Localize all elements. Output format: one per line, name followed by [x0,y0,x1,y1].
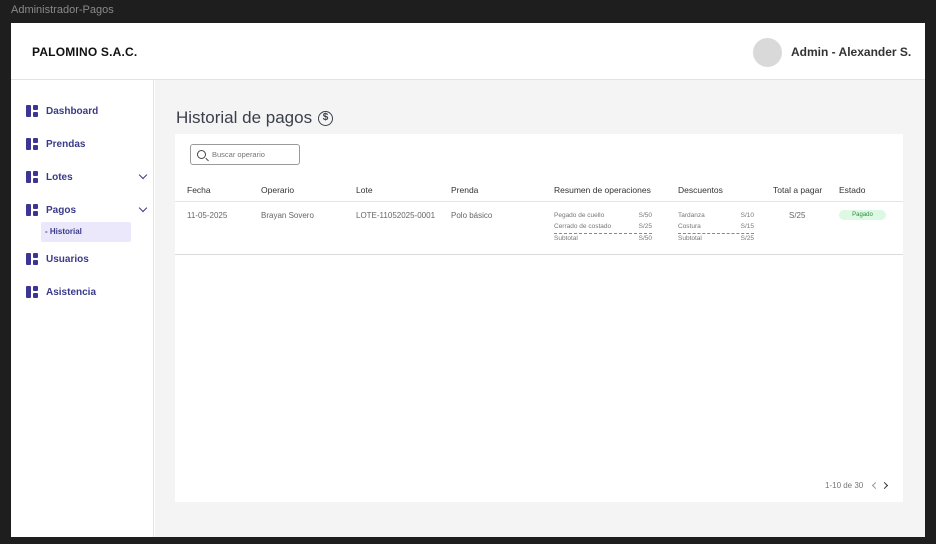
discount-amount: S/15 [740,222,754,230]
dashboard-icon [26,138,38,150]
discount-amount: S/10 [740,212,754,219]
sidebar-item-prendas[interactable]: Prendas [26,134,146,154]
dashboard-icon [26,204,38,216]
sidebar-item-label: Usuarios [46,253,89,265]
column-header[interactable]: Estado [839,185,865,195]
sidebar-item-usuarios[interactable]: Usuarios [26,249,146,269]
discount-name: Tardanza [678,212,705,219]
chevron-down-icon[interactable] [138,170,148,180]
sidebar-item-label: Asistencia [46,286,97,298]
column-header[interactable]: Total a pagar [773,185,822,195]
sidebar-item-label: Lotes [46,171,73,183]
column-header[interactable]: Operario [261,185,294,195]
sidebar-subitem-historial[interactable]: - Historial [41,222,131,242]
dashboard-icon [26,253,38,265]
main-content: Historial de pagos $ Fecha Operario Lote… [155,80,925,537]
column-header[interactable]: Resumen de operaciones [554,185,651,195]
op-amount: S/50 [638,212,652,219]
sidebar-item-pagos[interactable]: Pagos [26,200,148,220]
chevron-left-icon[interactable] [872,481,880,490]
status-badge: Pagado [839,210,886,220]
op-subtotal-label: Subtotal [554,235,578,242]
page-title: Historial de pagos $ [176,108,334,128]
op-name: Pegado de cuello [554,212,605,219]
op-subtotal-amount: S/50 [638,235,652,242]
dashboard-icon [26,171,38,183]
discounts-summary: Tardanza S/10 Costura S/15 Subtotal S/25 [678,212,754,244]
sidebar-item-label: Dashboard [46,105,99,117]
cell-lote: LOTE-11052025-0001 [356,211,436,220]
header-divider [175,201,903,202]
column-header[interactable]: Lote [356,185,373,195]
column-header[interactable]: Descuentos [678,185,723,195]
sidebar-item-label: Pagos [46,204,77,216]
page-title-text: Historial de pagos [176,108,313,127]
sidebar-item-dashboard[interactable]: Dashboard [26,101,146,121]
discount-name: Costura [678,222,701,230]
dashboard-icon [26,286,38,298]
cell-fecha: 11-05-2025 [187,211,228,220]
dashboard-icon [26,105,38,117]
sidebar: Dashboard Prendas Lotes Pagos - Historia… [11,80,154,537]
search-icon [197,150,206,159]
sidebar-item-label: Prendas [46,138,86,150]
user-name[interactable]: Admin - Alexander S. [791,45,911,59]
column-header[interactable]: Prenda [451,185,478,195]
chevron-right-icon[interactable] [881,481,889,490]
dollar-icon: $ [318,110,334,126]
cell-prenda: Polo básico [451,211,493,220]
column-header[interactable]: Fecha [187,185,211,195]
sidebar-item-lotes[interactable]: Lotes [26,167,148,187]
app-window: PALOMINO S.A.C. Admin - Alexander S. Das… [11,23,925,537]
avatar[interactable] [753,38,782,67]
top-bar: PALOMINO S.A.C. Admin - Alexander S. [11,23,925,80]
op-name: Cerrado de costado [554,222,612,230]
operations-summary: Pegado de cuello S/50 Cerrado de costado S… [554,212,652,244]
op-amount: S/25 [638,222,652,230]
cell-operario: Brayan Sovero [261,211,314,220]
window-title: Administrador-Pagos [11,4,114,16]
discount-subtotal-amount: S/25 [740,235,754,242]
search-input[interactable] [212,150,292,159]
discount-subtotal-label: Subtotal [678,235,702,242]
cell-total: S/25 [789,211,806,220]
sidebar-item-asistencia[interactable]: Asistencia [26,282,146,302]
pagination: 1-10 de 30 [825,481,889,490]
brand-logo: PALOMINO S.A.C. [32,45,138,59]
pagination-label: 1-10 de 30 [825,481,864,490]
search-box[interactable] [190,144,300,165]
row-divider [175,254,903,255]
chevron-down-icon[interactable] [138,203,148,213]
payments-table-card: Fecha Operario Lote Prenda Resumen de op… [175,134,903,502]
